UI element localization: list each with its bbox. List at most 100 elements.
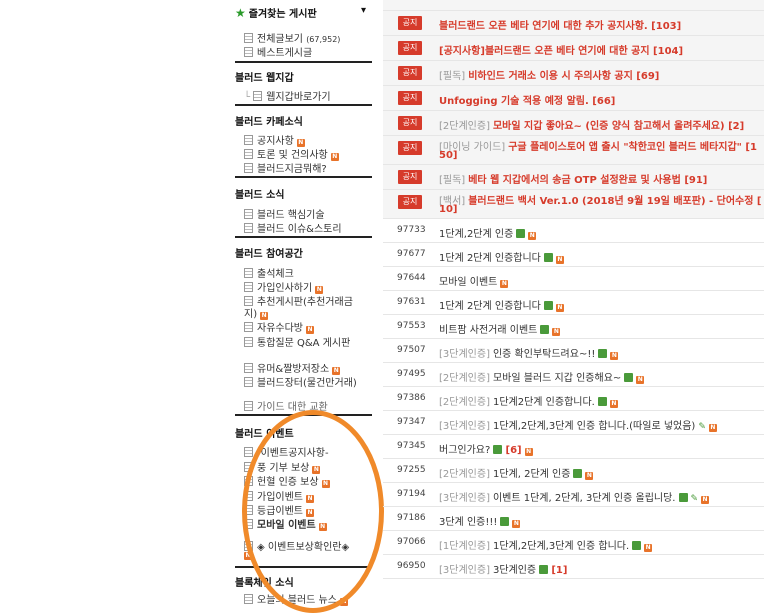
image-icon: [573, 469, 583, 478]
image-icon: [632, 541, 642, 550]
highlight-circle: [242, 410, 384, 613]
image-icon: [539, 565, 549, 574]
document-icon: [244, 209, 253, 219]
sidebar-item-free-talk[interactable]: 자유수다방 N: [244, 319, 314, 334]
new-badge-icon: N: [306, 326, 314, 334]
sidebar-item-best[interactable]: 베스트게시글: [244, 44, 312, 59]
document-icon: [244, 447, 253, 457]
section-title-cafe: 블러드 카페소식: [235, 117, 303, 128]
image-icon: [597, 397, 607, 406]
qna-icon: [244, 337, 253, 347]
notice-row[interactable]: 공지 [필독] 비하인드 거래소 이용 시 주의사항 공지 [69]: [383, 61, 764, 86]
table-row[interactable]: 97733 1단계,2단계 인증 N: [383, 219, 764, 243]
image-icon: [500, 517, 510, 526]
notice-row[interactable]: 공지 Unfogging 기술 적용 예정 알림. [66]: [383, 86, 764, 111]
favorites-header[interactable]: ★ 즐겨찾는 게시판 ▾: [235, 5, 372, 20]
link-icon: [253, 91, 263, 101]
image-icon: [516, 229, 526, 238]
document-icon: [244, 47, 253, 57]
new-badge-icon: N: [552, 328, 561, 336]
table-row[interactable]: 97347 [3단계인증] 1단계,2단계,3단계 인증 합니다.(따일로 넣었음)…: [383, 411, 764, 435]
notice-row[interactable]: 공지 [공지사항]블러드랜드 오픈 베타 연기에 대한 공지 [104]: [383, 36, 764, 61]
sidebar-item-core-tech[interactable]: 블러드 핵심기술: [244, 206, 325, 221]
document-icon: [244, 401, 253, 411]
image-icon: [624, 373, 634, 382]
sidebar-item-market[interactable]: 블러드장터(물건만거래): [244, 374, 357, 389]
section-title-news: 블러드 소식: [235, 190, 285, 201]
table-row[interactable]: 97386 [2단계인증] 1단계2단계 인증합니다. N: [383, 387, 764, 411]
post-list: 공지 블러드랜드 오픈 베타 연기에 대한 추가 공지사항. [103] 공지 …: [383, 0, 764, 600]
table-row[interactable]: 97194 [3단계인증] 이벤트 1단계, 2단계, 3단계 인증 올립니당. ✎ N: [383, 483, 764, 507]
sidebar-item-humor[interactable]: 유머&짤방저장소 N: [244, 360, 341, 375]
table-row[interactable]: 97495 [2단계인증] 모바일 블러드 지갑 인증해요~ N: [383, 363, 764, 387]
attachment-icon: ✎: [690, 494, 699, 504]
sidebar-item-wallet-link[interactable]: └ 웹지갑바로가기: [244, 88, 331, 103]
document-icon: [244, 149, 253, 159]
new-badge-icon: N: [636, 376, 645, 384]
image-icon: [598, 349, 608, 358]
notice-row[interactable]: 공지 [필독] 베타 웹 지갑에서의 송금 OTP 설정완료 및 사용법 [91]: [383, 165, 764, 190]
market-icon: [244, 377, 253, 387]
check-icon: [244, 268, 253, 278]
sidebar-item-notice[interactable]: 공지사항 N: [244, 132, 305, 147]
divider: [235, 104, 372, 106]
new-badge-icon: N: [500, 280, 509, 288]
sidebar-item-greeting[interactable]: 가입인사하기 N: [244, 279, 324, 294]
table-row[interactable]: 97677 1단계 2단계 인증합니다 N: [383, 243, 764, 267]
document-icon: [244, 282, 253, 292]
star-icon: ★: [235, 6, 246, 20]
new-badge-icon: N: [708, 424, 717, 432]
new-badge-icon: N: [528, 232, 537, 240]
new-badge-icon: N: [585, 472, 594, 480]
new-badge-icon: N: [524, 448, 533, 456]
attachment-icon: ✎: [698, 422, 706, 432]
notice-row[interactable]: [383, 0, 764, 11]
photo-icon: [244, 363, 253, 373]
new-badge-icon: N: [555, 304, 564, 312]
table-row[interactable]: 97553 비트팜 사전거래 이벤트 N: [383, 315, 764, 339]
image-icon: [540, 325, 550, 334]
divider: [235, 176, 372, 178]
table-row[interactable]: 97066 [1단계인증] 1단계,2단계,3단계 인증 합니다. N: [383, 531, 764, 555]
image-icon: [678, 493, 688, 502]
document-icon: [244, 33, 253, 43]
sidebar-item-discussion[interactable]: 토론 및 건의사항 N: [244, 146, 339, 161]
table-row[interactable]: 97507 [3단계인증] 인증 확인부탁드려요~!! N: [383, 339, 764, 363]
notice-row[interactable]: 공지 [백서] 블러드랜드 백서 Ver.1.0 (2018년 9월 19일 배포…: [383, 190, 764, 219]
sidebar-item-issue-story[interactable]: 블러드 이슈&스토리: [244, 220, 342, 235]
new-badge-icon: N: [512, 520, 521, 528]
new-badge-icon: N: [609, 400, 618, 408]
notice-row[interactable]: 공지 블러드랜드 오픈 베타 연기에 대한 추가 공지사항. [103]: [383, 11, 764, 36]
new-badge-icon: N: [610, 352, 619, 360]
table-row[interactable]: 97255 [2단계인증] 1단계, 2단계 인증 N: [383, 459, 764, 483]
chevron-down-icon[interactable]: ▾: [361, 5, 366, 16]
notice-row[interactable]: 공지 [2단계인증] 모바일 지갑 좋아요~ (인증 양식 참고해서 올려주세요)…: [383, 111, 764, 136]
section-title-participate: 블러드 참여공간: [235, 249, 303, 260]
notice-row[interactable]: 공지 [마이닝 가이드] 구글 플레이스토어 앱 출시 "착한코인 블러드 베타지…: [383, 136, 764, 165]
divider: [235, 236, 372, 238]
sidebar-item-all-posts[interactable]: 전체글보기 (67,952): [244, 30, 340, 45]
image-icon: [543, 253, 553, 262]
new-badge-icon: N: [555, 256, 564, 264]
image-icon: [493, 445, 503, 454]
sidebar-item-attendance[interactable]: 출석체크: [244, 265, 294, 280]
document-icon: [244, 223, 253, 233]
divider: [235, 61, 372, 63]
document-icon: [244, 594, 253, 604]
sidebar-item-qna[interactable]: 통합질문 Q&A 게시판: [244, 334, 350, 349]
new-badge-icon: N: [330, 153, 339, 161]
photo-icon: [244, 163, 253, 173]
section-title-wallet: 블러드 웹지갑: [235, 73, 294, 84]
sidebar-item-whatnow[interactable]: 블러드지금뭐해?: [244, 160, 327, 175]
image-icon: [543, 301, 553, 310]
table-row[interactable]: 97631 1단계 2단계 인증합니다 N: [383, 291, 764, 315]
document-icon: [244, 322, 253, 332]
new-badge-icon: N: [701, 496, 710, 504]
table-row[interactable]: 97186 3단계 인증!!! N: [383, 507, 764, 531]
new-badge-icon: N: [644, 544, 653, 552]
table-row[interactable]: 97644 모바일 이벤트 N: [383, 267, 764, 291]
sidebar-item-recommend-cont[interactable]: 지) N: [244, 305, 269, 320]
table-row[interactable]: 96950 [3단계인증] 3단계인증 [1]: [383, 555, 764, 579]
document-icon: [244, 135, 253, 145]
table-row[interactable]: 97345 버그인가요? [6] N: [383, 435, 764, 459]
